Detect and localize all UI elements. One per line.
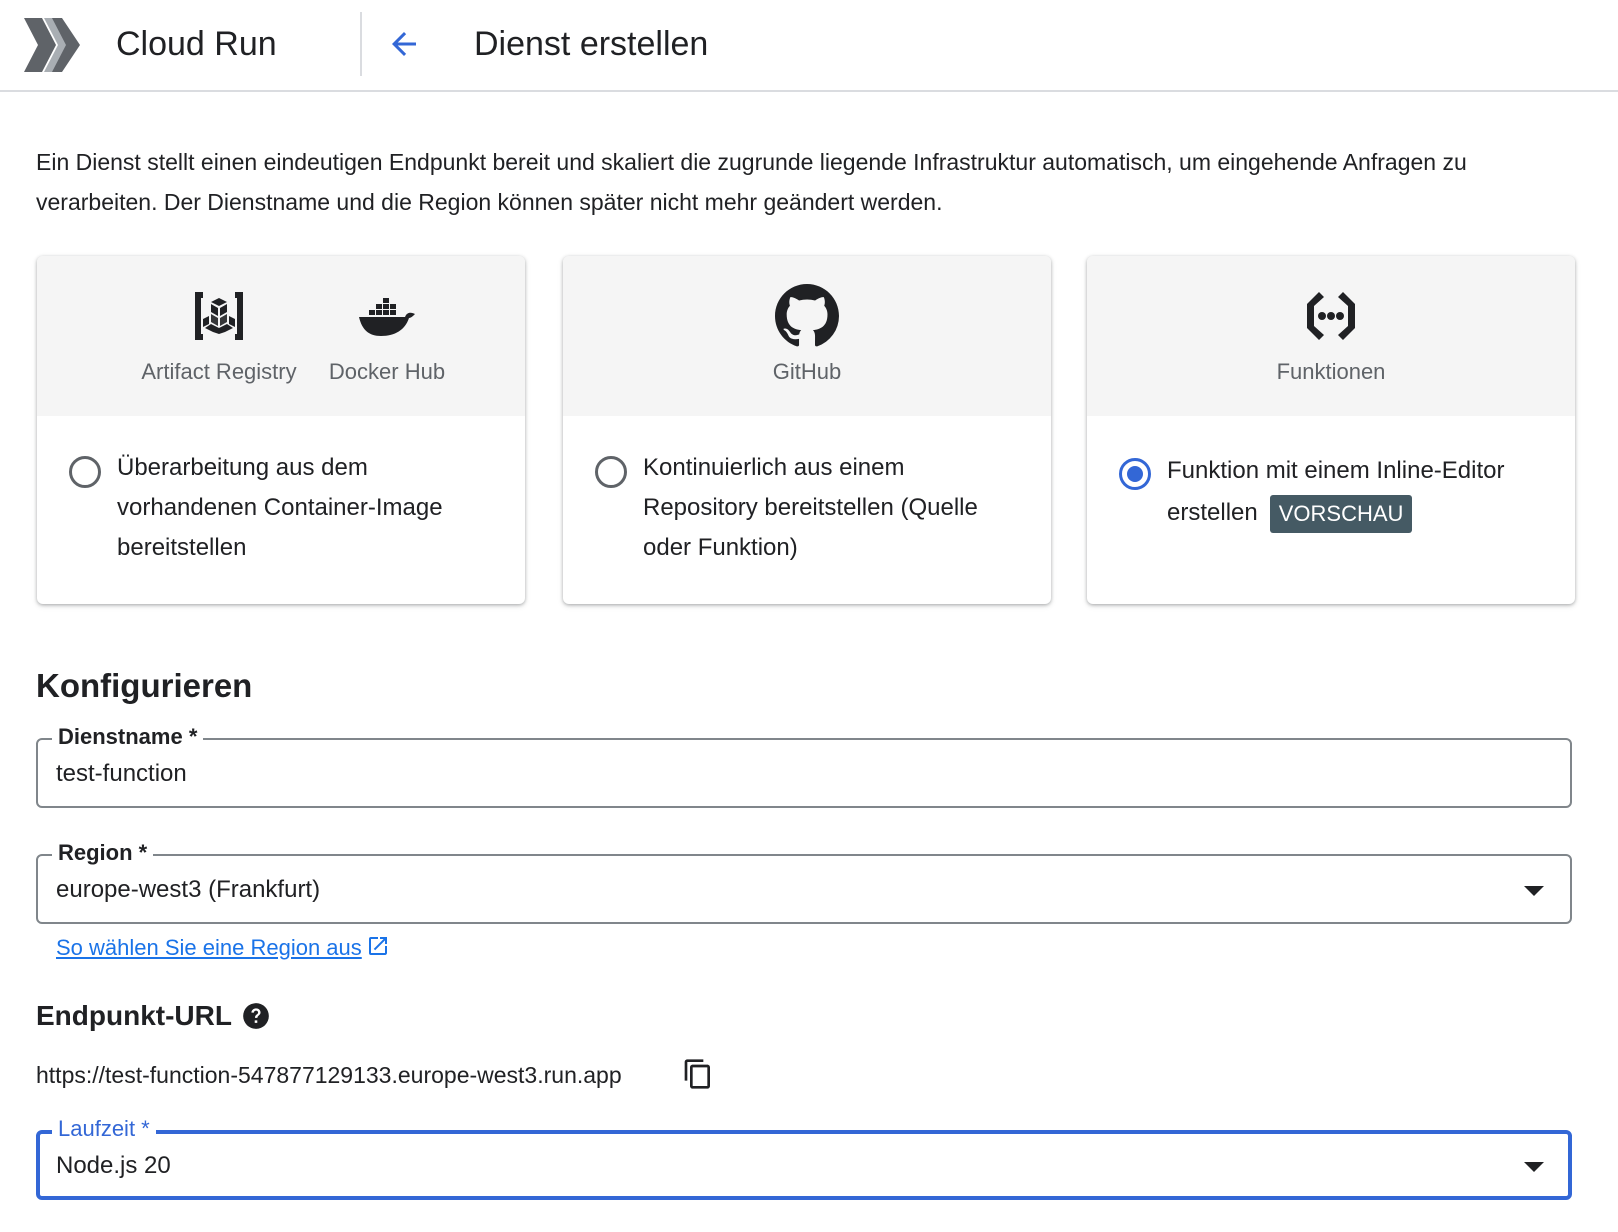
page-title: Dienst erstellen — [474, 25, 709, 63]
option-text: Überarbeitung aus dem vorhandenen Contai… — [117, 454, 443, 561]
card-body: Überarbeitung aus dem vorhandenen Contai… — [37, 416, 525, 604]
runtime-value: Node.js 20 — [56, 1152, 171, 1179]
docker-icon — [359, 298, 415, 336]
configure-section-title: Konfigurieren — [36, 667, 253, 704]
card-header: GitHub — [563, 256, 1051, 416]
intro-description: Ein Dienst stellt einen eindeutigen Endp… — [36, 149, 1467, 215]
service-name-input[interactable]: test-function — [56, 757, 187, 791]
preview-badge: VORSCHAU — [1269, 494, 1413, 533]
product-name: Cloud Run — [116, 25, 277, 63]
deploy-option-container-image[interactable]: Artifact Registry Docker Hub Überarbeitu… — [37, 256, 525, 604]
source-github: GitHub — [707, 284, 907, 388]
github-icon — [775, 284, 839, 347]
arrow-back-icon — [392, 32, 416, 56]
dropdown-arrow-icon — [1524, 1162, 1544, 1172]
header-divider — [360, 12, 362, 76]
runtime-select[interactable]: Laufzeit * Node.js 20 — [36, 1114, 1572, 1200]
copy-icon — [684, 1059, 710, 1089]
card-header: Artifact Registry Docker Hub — [37, 256, 525, 416]
option-text: Funktion mit einem Inline-Editor erstell… — [1167, 450, 1547, 534]
source-label: Docker Hub — [328, 359, 446, 384]
card-header: Funktionen — [1087, 256, 1575, 416]
region-value: europe-west3 (Frankfurt) — [56, 876, 321, 903]
radio-container-image[interactable] — [69, 456, 101, 488]
dropdown-arrow-icon — [1524, 886, 1544, 896]
source-label: Funktionen — [1276, 359, 1386, 384]
region-help-link-text: So wählen Sie eine Region aus — [56, 935, 362, 960]
option-text: Kontinuierlich aus einem Repository bere… — [643, 454, 978, 561]
endpoint-url-heading: Endpunkt-URL — [36, 1000, 232, 1031]
region-help-link[interactable]: So wählen Sie eine Region aus — [56, 932, 390, 964]
radio-inline-editor[interactable] — [1119, 458, 1151, 490]
open-in-new-icon — [368, 937, 387, 955]
endpoint-url-value: https://test-function-547877129133.europ… — [36, 1062, 622, 1088]
functions-icon — [1307, 292, 1355, 340]
card-body: Kontinuierlich aus einem Repository bere… — [563, 416, 1051, 604]
runtime-label: Laufzeit * — [52, 1114, 156, 1144]
source-functions: Funktionen — [1231, 284, 1431, 388]
source-label: GitHub — [772, 359, 842, 384]
copy-url-button[interactable] — [678, 1054, 718, 1094]
card-body: Funktion mit einem Inline-Editor erstell… — [1087, 416, 1575, 604]
service-name-label: Dienstname * — [52, 722, 204, 752]
top-app-bar: Cloud Run Dienst erstellen — [0, 0, 1618, 92]
region-select[interactable]: Region * europe-west3 (Frankfurt) — [36, 838, 1572, 924]
artifact-registry-icon — [195, 292, 243, 340]
deploy-option-repository[interactable]: GitHub Kontinuierlich aus einem Reposito… — [563, 256, 1051, 604]
help-icon[interactable] — [242, 1002, 270, 1030]
cloud-run-logo — [24, 18, 80, 72]
region-label: Region * — [52, 838, 154, 868]
service-name-field[interactable]: Dienstname * test-function — [36, 722, 1572, 808]
radio-repository[interactable] — [595, 456, 627, 488]
source-docker-hub: Docker Hub — [287, 284, 487, 388]
deploy-option-inline-editor[interactable]: Funktionen Funktion mit einem Inline-Edi… — [1087, 256, 1575, 604]
endpoint-url-title: Endpunkt-URL — [36, 996, 270, 1036]
back-button[interactable] — [380, 20, 428, 68]
